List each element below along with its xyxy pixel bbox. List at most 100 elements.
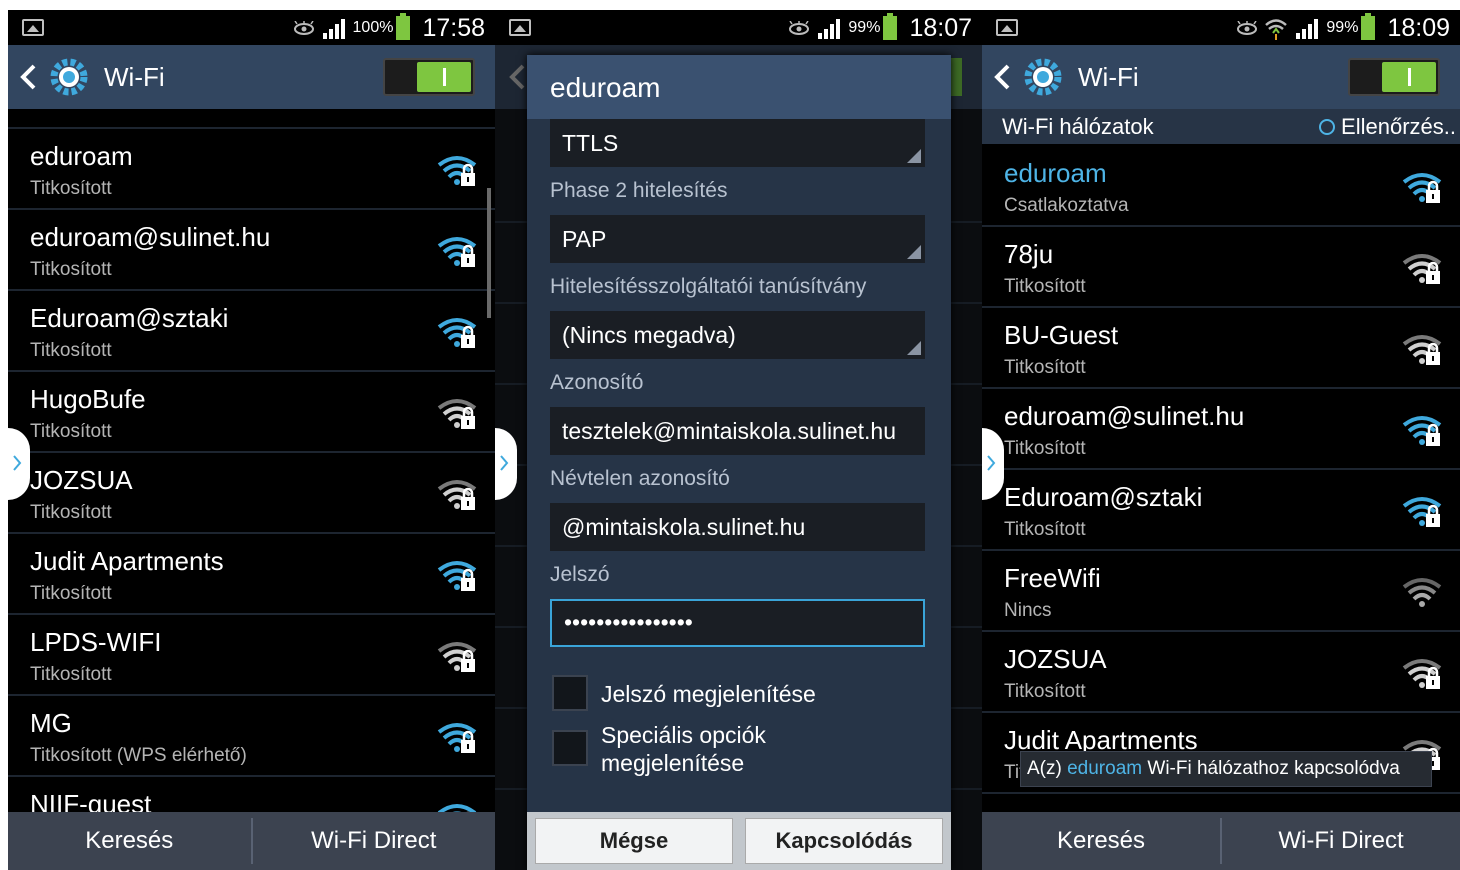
scanning-indicator: Ellenőrzés.. [1319,114,1456,140]
battery-icon [1361,13,1376,40]
search-button[interactable]: Keresés [8,812,251,870]
multiwindow-handle[interactable] [8,428,30,500]
anonymous-identity-value: @mintaiskola.sulinet.hu [562,514,806,540]
network-list[interactable]: eduroam Csatlakoztatva 78ju Titkosított … [982,146,1460,812]
network-item-judit-apartments[interactable]: Judit Apartments Titkosított [8,534,495,615]
show-advanced-checkbox[interactable] [552,730,588,766]
eap-method-value: TTLS [562,130,619,156]
show-advanced-label-line1: Speciális opciók [601,722,766,748]
eap-method-select[interactable]: TTLS [550,119,925,167]
search-button[interactable]: Keresés [982,812,1220,870]
image-notification-icon [996,19,1018,36]
network-item-eduroam[interactable]: eduroam Titkosított [8,129,495,210]
ca-cert-value: (Nincs megadva) [562,322,736,348]
toggle-knob [417,62,471,92]
connect-button[interactable]: Kapcsolódás [745,818,943,864]
identity-field[interactable]: tesztelek@mintaiskola.sulinet.hu [550,407,925,455]
wifi-toggle[interactable] [383,58,475,96]
action-bar: Wi-Fi [8,45,495,109]
wifi-direct-button[interactable]: Wi-Fi Direct [253,812,496,870]
network-status: Titkosított [30,664,112,685]
network-name: NIIF-guest [30,789,152,812]
network-name: eduroam [1004,158,1107,188]
network-list[interactable]: eduroam Titkosított eduroam@sulinet.hu T… [8,109,495,812]
network-item-jozsua[interactable]: JOZSUA Titkosított [8,453,495,534]
network-item-eduroam-sulinet[interactable]: eduroam@sulinet.hu Titkosított [982,389,1460,470]
network-status: Titkosított [30,421,112,442]
wifi-secured-icon [437,234,477,268]
network-name: Eduroam@sztaki [30,303,229,333]
settings-gear-icon [50,58,88,96]
cancel-button[interactable]: Mégse [535,818,733,864]
chevron-right-icon [500,455,509,471]
back-chevron-icon[interactable] [18,63,40,91]
network-item-eduroam[interactable]: eduroam Csatlakoztatva [982,146,1460,227]
identity-label: Azonosító [550,371,644,394]
network-name: eduroam@sulinet.hu [30,222,271,252]
connected-toast: A(z) eduroam Wi-Fi hálózathoz kapcsolódv… [1020,751,1432,787]
bottom-bar: Keresés Wi-Fi Direct [982,812,1460,870]
phase2-label: Phase 2 hitelesítés [550,179,728,202]
network-item-jozsua[interactable]: JOZSUA Titkosított [982,632,1460,713]
status-bar: 100% 17:58 [8,10,495,45]
ca-cert-select[interactable]: (Nincs megadva) [550,311,925,359]
battery-icon [396,13,411,40]
wifi-secured-icon [437,801,477,812]
network-item-bu-guest[interactable]: BU-Guest Titkosított [982,308,1460,389]
clock: 18:09 [1387,13,1450,42]
chevron-right-icon [13,455,22,471]
multiwindow-handle[interactable] [495,428,517,500]
network-status: Titkosított (WPS elérhető) [30,745,247,766]
network-item-lpds-wifi[interactable]: LPDS-WIFI Titkosított [8,615,495,696]
network-item-eduroam-sulinet[interactable]: eduroam@sulinet.hu Titkosított [8,210,495,291]
network-name: JOZSUA [30,465,133,495]
network-item-mg[interactable]: MG Titkosított (WPS elérhető) [8,696,495,777]
image-notification-icon [22,19,44,36]
status-bar: 99% 18:09 [982,10,1460,45]
network-status: Titkosított [1004,519,1086,540]
screen-wifi-list-connected: 99% 18:09 Wi-Fi Wi-Fi hálózatok Ellenőrz… [982,10,1460,870]
scanning-spinner-icon [1319,119,1336,135]
wifi-secured-icon [1402,494,1442,528]
dialog-title: eduroam [550,72,661,103]
phase2-select[interactable]: PAP [550,215,925,263]
network-item-eduroam-sztaki[interactable]: Eduroam@sztaki Titkosított [982,470,1460,551]
toast-prefix: A(z) [1027,758,1068,779]
password-field[interactable]: •••••••••••••••• [550,599,925,647]
toast-network: eduroam [1067,758,1143,779]
cell-signal-icon [322,19,345,39]
show-password-checkbox[interactable] [552,675,588,711]
network-item-niif-guest[interactable]: NIIF-guest [8,777,495,812]
network-status: Titkosított [1004,276,1086,297]
show-advanced-label-line2: megjelenítése [601,750,745,776]
wifi-weak-secured-icon [437,639,477,673]
anonymous-identity-field[interactable]: @mintaiskola.sulinet.hu [550,503,925,551]
ca-cert-label: Hitelesítésszolgáltatói tanúsítvány [550,275,867,298]
network-item-freewifi[interactable]: FreeWifi Nincs [982,551,1460,632]
battery-icon [883,13,898,40]
network-name: 78ju [1004,239,1054,269]
toast-suffix: Wi-Fi hálózathoz kapcsolódva [1142,758,1400,779]
clock: 17:58 [422,13,485,42]
show-password-label: Jelszó megjelenítése [601,681,816,707]
network-status: Titkosított [30,259,112,280]
network-status: Titkosított [30,583,112,604]
network-config-dialog: eduroam TTLS Phase 2 hitelesítés PAP Hit… [527,55,951,870]
network-item-hugobufe[interactable]: HugoBufe Titkosított [8,372,495,453]
scrollbar[interactable] [487,188,491,318]
wifi-secured-icon [437,315,477,349]
dialog-body[interactable]: TTLS Phase 2 hitelesítés PAP Hitelesítés… [527,119,951,812]
subheader-label: Wi-Fi hálózatok [1002,114,1154,139]
back-chevron-icon[interactable] [992,63,1014,91]
back-chevron-icon [509,64,525,90]
identity-value: tesztelek@mintaiskola.sulinet.hu [562,418,897,444]
network-item-eduroam-sztaki[interactable]: Eduroam@sztaki Titkosított [8,291,495,372]
wifi-secured-icon [437,558,477,592]
wifi-status-icon [1265,19,1288,40]
network-item-78ju[interactable]: 78ju Titkosított [982,227,1460,308]
multiwindow-handle[interactable] [982,428,1004,500]
screen-wifi-list-1: 100% 17:58 Wi-Fi eduroam Titkosított edu… [8,10,495,870]
network-name: JOZSUA [1004,644,1107,674]
wifi-direct-button[interactable]: Wi-Fi Direct [1222,812,1460,870]
wifi-toggle[interactable] [1348,58,1440,96]
